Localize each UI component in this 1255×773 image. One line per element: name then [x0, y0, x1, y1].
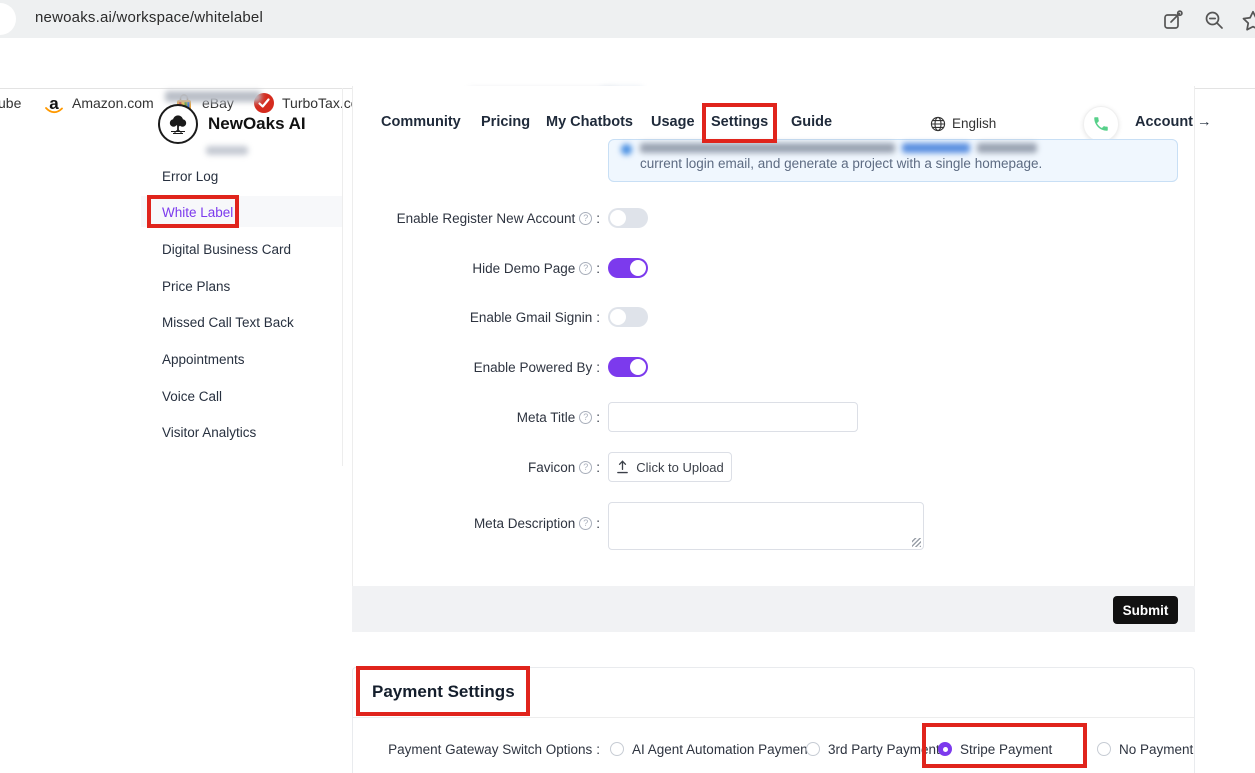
card-footer — [352, 586, 1195, 632]
field-label: Enable Gmail Signin — [470, 310, 592, 325]
sidebar-item-price-plans[interactable]: Price Plans — [162, 279, 230, 294]
nav-usage[interactable]: Usage — [651, 114, 695, 130]
field-label: Payment Gateway Switch Options — [388, 742, 592, 757]
field-label: Meta Title — [517, 410, 576, 425]
field-label: Hide Demo Page — [472, 261, 575, 276]
sidebar-item-missed-call-text-back[interactable]: Missed Call Text Back — [162, 315, 294, 330]
radio-icon[interactable] — [610, 742, 624, 756]
field-label: Meta Description — [474, 516, 575, 531]
radio-icon[interactable] — [1097, 742, 1111, 756]
redacted-text — [165, 91, 261, 102]
bookmark-label: ube — [0, 95, 21, 111]
form-label-row: Meta Description ? : — [355, 508, 600, 538]
sidebar-item-voice-call[interactable]: Voice Call — [162, 389, 222, 404]
account-menu[interactable]: Account → — [1135, 114, 1212, 130]
nav-my-chatbots[interactable]: My Chatbots — [546, 114, 633, 130]
form-label-row: Enable Register New Account ? : — [355, 203, 600, 233]
share-edit-icon[interactable] — [1161, 8, 1185, 32]
zoom-out-icon[interactable] — [1202, 8, 1226, 32]
upload-icon — [616, 460, 629, 474]
sidebar-item-digital-business-card[interactable]: Digital Business Card — [162, 242, 291, 257]
brand: NewOaks AI — [158, 104, 306, 144]
help-icon[interactable]: ? — [579, 411, 592, 424]
nav-guide[interactable]: Guide — [791, 114, 832, 130]
label-colon: : — [596, 310, 600, 325]
payment-header-divider — [353, 717, 1194, 718]
form-label-row: Enable Powered By : — [355, 352, 600, 382]
form-label-row: Hide Demo Page ? : — [355, 253, 600, 283]
label-colon: : — [596, 410, 600, 425]
annotation-box-payment-settings — [356, 666, 530, 716]
language-selector[interactable]: English — [952, 116, 996, 131]
favorite-star-icon[interactable] — [1240, 8, 1255, 32]
annotation-box-stripe-payment — [922, 723, 1087, 768]
nav-pricing[interactable]: Pricing — [481, 114, 530, 130]
sidebar-item-error-log[interactable]: Error Log — [162, 169, 218, 184]
globe-icon — [930, 116, 946, 137]
label-colon: : — [596, 460, 600, 475]
amazon-a-icon: a — [44, 93, 64, 113]
bookmark-youtube-truncated[interactable]: ube — [0, 93, 21, 113]
phone-support-button[interactable] — [1083, 106, 1119, 142]
field-label: Favicon — [528, 460, 575, 475]
sidebar-divider — [342, 88, 343, 466]
toggle-enable-gmail-signin[interactable] — [608, 307, 648, 327]
form-label-row: Enable Gmail Signin : — [355, 302, 600, 332]
radio-3rd-party-payment[interactable]: 3rd Party Payment — [806, 734, 940, 764]
label-colon: : — [596, 211, 600, 226]
help-icon[interactable]: ? — [579, 212, 592, 225]
info-icon-redacted — [621, 144, 632, 155]
bookmark-amazon[interactable]: a Amazon.com — [44, 93, 154, 113]
redacted-text — [206, 146, 248, 155]
radio-no-payment[interactable]: No Payment — [1097, 734, 1193, 764]
meta-description-textarea[interactable] — [608, 502, 924, 550]
radio-label: No Payment — [1119, 742, 1193, 757]
brand-name: NewOaks AI — [208, 114, 306, 134]
toggle-hide-demo-page[interactable] — [608, 258, 648, 278]
redacted-link — [902, 143, 970, 153]
label-colon: : — [596, 516, 600, 531]
annotation-box-settings — [702, 103, 777, 143]
help-icon[interactable]: ? — [579, 461, 592, 474]
site-info-icon[interactable] — [0, 3, 16, 35]
nav-community[interactable]: Community — [381, 114, 461, 130]
help-icon[interactable]: ? — [579, 517, 592, 530]
newoaks-tree-logo-icon — [158, 104, 198, 144]
redacted-text — [977, 143, 1037, 153]
field-label: Enable Register New Account — [397, 211, 576, 226]
submit-button[interactable]: Submit — [1113, 596, 1178, 624]
meta-title-input[interactable] — [608, 402, 858, 432]
field-label: Enable Powered By — [474, 360, 593, 375]
label-colon: : — [596, 742, 600, 757]
upload-button-label: Click to Upload — [636, 460, 723, 475]
label-colon: : — [596, 261, 600, 276]
toggle-enable-powered-by[interactable] — [608, 357, 648, 377]
annotation-box-white-label — [147, 195, 239, 228]
label-colon: : — [596, 360, 600, 375]
radio-ai-agent-automation-payment[interactable]: AI Agent Automation Payment — [610, 734, 811, 764]
form-label-row: Favicon ? : — [355, 452, 600, 482]
sidebar-item-appointments[interactable]: Appointments — [162, 352, 245, 367]
redacted-text — [640, 143, 895, 153]
favicon-upload-button[interactable]: Click to Upload — [608, 452, 732, 482]
resize-handle[interactable] — [912, 538, 921, 547]
bookmarks-bar: ube a Amazon.com eBay — [0, 38, 1255, 89]
radio-icon[interactable] — [806, 742, 820, 756]
toggle-enable-register-new-account[interactable] — [608, 208, 648, 228]
help-icon[interactable]: ? — [579, 262, 592, 275]
url-text[interactable]: newoaks.ai/workspace/whitelabel — [35, 9, 263, 26]
phone-icon — [1092, 115, 1110, 133]
bookmark-label: Amazon.com — [72, 95, 154, 111]
form-label-row: Meta Title ? : — [355, 402, 600, 432]
radio-label: AI Agent Automation Payment — [632, 742, 811, 757]
info-banner-text: current login email, and generate a proj… — [640, 156, 1042, 171]
address-bar[interactable]: newoaks.ai/workspace/whitelabel — [0, 0, 1255, 38]
sidebar-item-visitor-analytics[interactable]: Visitor Analytics — [162, 425, 256, 440]
payment-options-label-row: Payment Gateway Switch Options : — [355, 734, 600, 764]
